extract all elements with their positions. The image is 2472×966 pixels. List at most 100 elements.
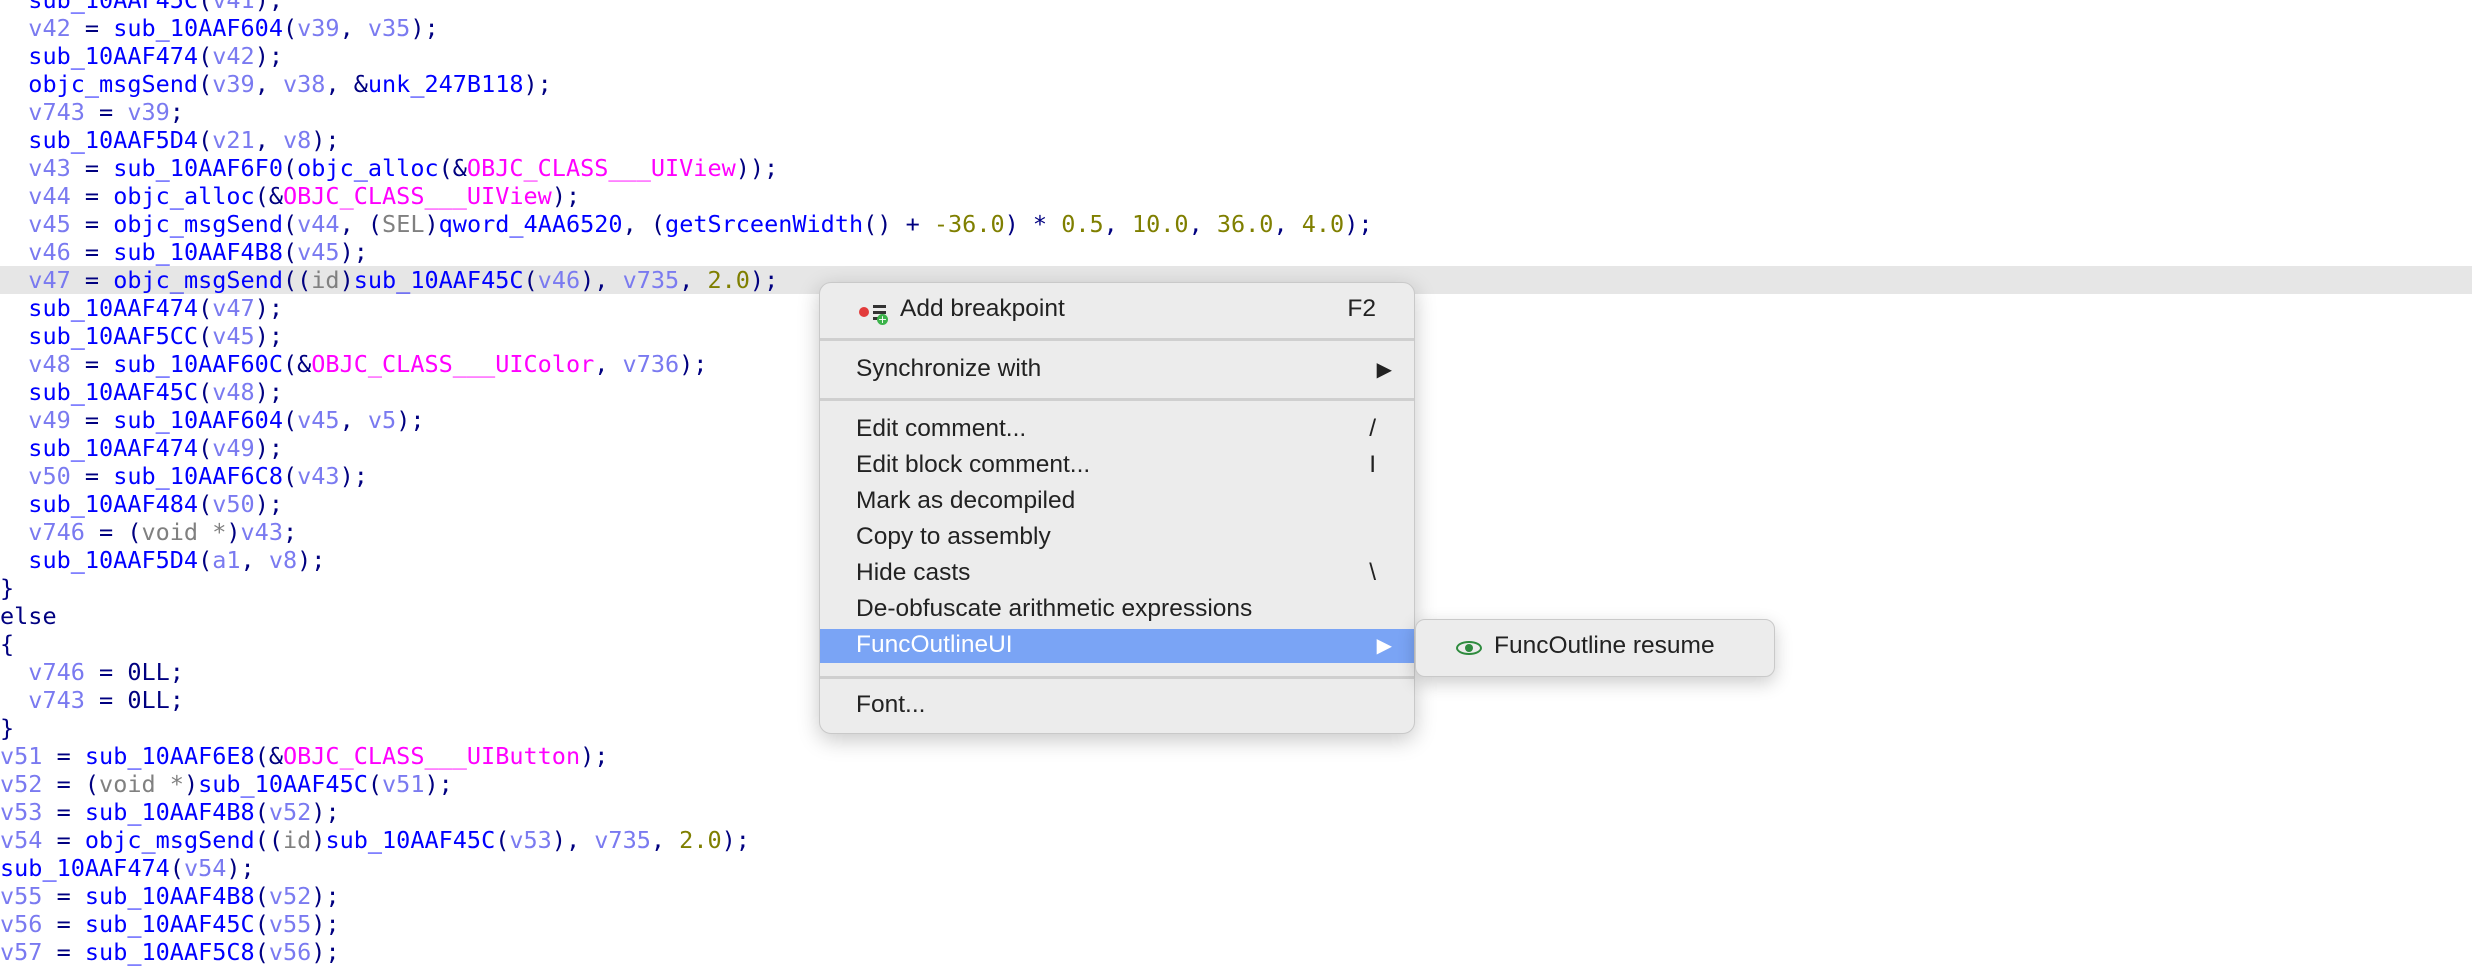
submenu-item-funcoutline-resume[interactable]: FuncOutline resume xyxy=(1416,620,1774,676)
code-token-var: v48 xyxy=(212,378,255,406)
code-line[interactable]: v44 = objc_alloc(&OBJC_CLASS___UIView); xyxy=(0,182,2472,210)
code-token-pun: ; xyxy=(282,518,298,546)
code-token-var: v45 xyxy=(297,238,340,266)
code-line[interactable]: v743 = v39; xyxy=(0,98,2472,126)
code-line[interactable]: v45 = objc_msgSend(v44, (SEL)qword_4AA65… xyxy=(0,210,2472,238)
code-line[interactable]: sub_10AAF474(v42); xyxy=(0,42,2472,70)
code-line[interactable]: v42 = sub_10AAF604(v39, v35); xyxy=(0,14,2472,42)
code-token-pun: () + xyxy=(863,210,934,238)
code-token-pun: ); xyxy=(254,294,283,322)
code-token-pun xyxy=(0,70,28,98)
code-line[interactable]: objc_msgSend(v39, v38, &unk_247B118); xyxy=(0,70,2472,98)
code-token-fn: sub_10AAF6E8 xyxy=(84,742,255,770)
code-token-pun: ( xyxy=(198,0,213,14)
code-token-fn: sub_10AAF5CC xyxy=(28,322,199,350)
code-token-var: v46 xyxy=(28,238,71,266)
code-token-kw: else xyxy=(0,602,57,630)
code-token-typ: void * xyxy=(141,518,227,546)
code-token-fn: objc_msgSend xyxy=(113,210,283,238)
code-token-pun: , ( xyxy=(622,210,666,238)
code-token-pun xyxy=(0,42,28,70)
code-token-var: v35 xyxy=(367,14,411,42)
code-token-pun: ) xyxy=(424,210,439,238)
context-menu: + Add breakpoint F2 Synchronize with ▶ E… xyxy=(819,282,1415,734)
code-token-pun: , xyxy=(1188,210,1217,238)
code-token-pun: ; xyxy=(169,98,184,126)
code-line[interactable]: sub_10AAF45C(v41); xyxy=(0,0,2472,14)
code-token-pun: ( xyxy=(282,406,298,434)
code-token-pun: ); xyxy=(396,406,425,434)
menu-item-font[interactable]: Font... xyxy=(820,689,1414,723)
code-line[interactable]: sub_10AAF5D4(v21, v8); xyxy=(0,126,2472,154)
code-line[interactable]: v55 = sub_10AAF4B8(v52); xyxy=(0,882,2472,910)
menu-item-funcoutlineui[interactable]: FuncOutlineUI ▶ xyxy=(820,629,1414,663)
code-token-pun: ); xyxy=(254,434,283,462)
code-token-pun xyxy=(0,182,28,210)
code-token-pun: )); xyxy=(735,154,779,182)
code-line[interactable]: v54 = objc_msgSend((id)sub_10AAF45C(v53)… xyxy=(0,826,2472,854)
menu-item-edit-comment[interactable]: Edit comment... / xyxy=(820,413,1414,447)
code-token-num: 10.0 xyxy=(1131,210,1189,238)
menu-item-deobfuscate[interactable]: De-obfuscate arithmetic expressions xyxy=(820,593,1414,627)
code-line[interactable]: v46 = sub_10AAF4B8(v45); xyxy=(0,238,2472,266)
code-token-var: v47 xyxy=(28,266,71,294)
code-token-pun: ); xyxy=(339,462,368,490)
code-token-fn: sub_10AAF484 xyxy=(28,490,199,518)
code-token-pun: ); xyxy=(226,854,255,882)
code-token-pun: ( xyxy=(367,770,383,798)
code-line[interactable]: v56 = sub_10AAF45C(v55); xyxy=(0,910,2472,938)
code-line[interactable]: v57 = sub_10AAF5C8(v56); xyxy=(0,938,2472,966)
code-line[interactable]: v52 = (void *)sub_10AAF45C(v51); xyxy=(0,770,2472,798)
code-token-var: v51 xyxy=(382,770,425,798)
code-token-pun xyxy=(0,266,28,294)
code-token-pun: (& xyxy=(282,350,312,378)
code-token-var: v21 xyxy=(212,126,255,154)
code-token-pun xyxy=(0,210,28,238)
code-token-fn: sub_10AAF474 xyxy=(28,434,199,462)
code-token-fn: unk_247B118 xyxy=(367,70,524,98)
menu-item-copy-to-assembly[interactable]: Copy to assembly xyxy=(820,521,1414,555)
code-token-var: v42 xyxy=(28,14,71,42)
code-token-pun: ( xyxy=(198,490,213,518)
code-token-pun: ( xyxy=(282,462,298,490)
code-token-var: v52 xyxy=(268,882,312,910)
code-token-var: a1 xyxy=(212,546,241,574)
code-token-pun: ); xyxy=(254,378,283,406)
menu-item-hide-casts[interactable]: Hide casts \ xyxy=(820,557,1414,591)
code-line[interactable]: v51 = sub_10AAF6E8(&OBJC_CLASS___UIButto… xyxy=(0,742,2472,770)
code-token-var: v45 xyxy=(297,406,340,434)
code-token-var: v42 xyxy=(212,42,255,70)
menu-item-edit-block-comment[interactable]: Edit block comment... I xyxy=(820,449,1414,483)
code-token-fn: getSrceenWidth xyxy=(665,210,864,238)
code-token-num: -36.0 xyxy=(933,210,1005,238)
code-token-fn: qword_4AA6520 xyxy=(438,210,623,238)
code-token-pun: ); xyxy=(254,0,283,14)
code-token-cls: OBJC_CLASS___UIView xyxy=(282,182,552,210)
code-token-pun: { xyxy=(0,630,15,658)
code-token-pun: , xyxy=(650,826,680,854)
code-token-pun: } xyxy=(0,714,15,742)
code-token-op: = xyxy=(70,182,114,210)
code-line[interactable]: v53 = sub_10AAF4B8(v52); xyxy=(0,798,2472,826)
code-line[interactable]: v43 = sub_10AAF6F0(objc_alloc(&OBJC_CLAS… xyxy=(0,154,2472,182)
menu-item-synchronize-with[interactable]: Synchronize with ▶ xyxy=(820,353,1414,387)
code-token-var: v45 xyxy=(28,210,71,238)
code-token-pun: ); xyxy=(580,742,609,770)
code-token-pun: ); xyxy=(254,42,283,70)
funcoutline-submenu: FuncOutline resume xyxy=(1415,619,1775,677)
code-token-var: v53 xyxy=(0,798,43,826)
code-token-op: = ( xyxy=(84,518,142,546)
menu-separator xyxy=(820,398,1414,401)
code-token-pun: (& xyxy=(254,182,283,210)
menu-item-add-breakpoint[interactable]: + Add breakpoint F2 xyxy=(820,293,1414,327)
code-token-pun xyxy=(0,14,28,42)
code-token-op: = ( xyxy=(42,770,100,798)
code-token-fn: sub_10AAF45C xyxy=(198,770,368,798)
code-line[interactable]: sub_10AAF474(v54); xyxy=(0,854,2472,882)
code-token-pun: , xyxy=(339,14,368,42)
code-token-op: = xyxy=(42,826,85,854)
menu-item-mark-as-decompiled[interactable]: Mark as decompiled xyxy=(820,485,1414,519)
code-token-fn: sub_10AAF45C xyxy=(28,378,199,406)
code-token-op: = xyxy=(84,686,128,714)
code-token-op: = xyxy=(70,350,114,378)
